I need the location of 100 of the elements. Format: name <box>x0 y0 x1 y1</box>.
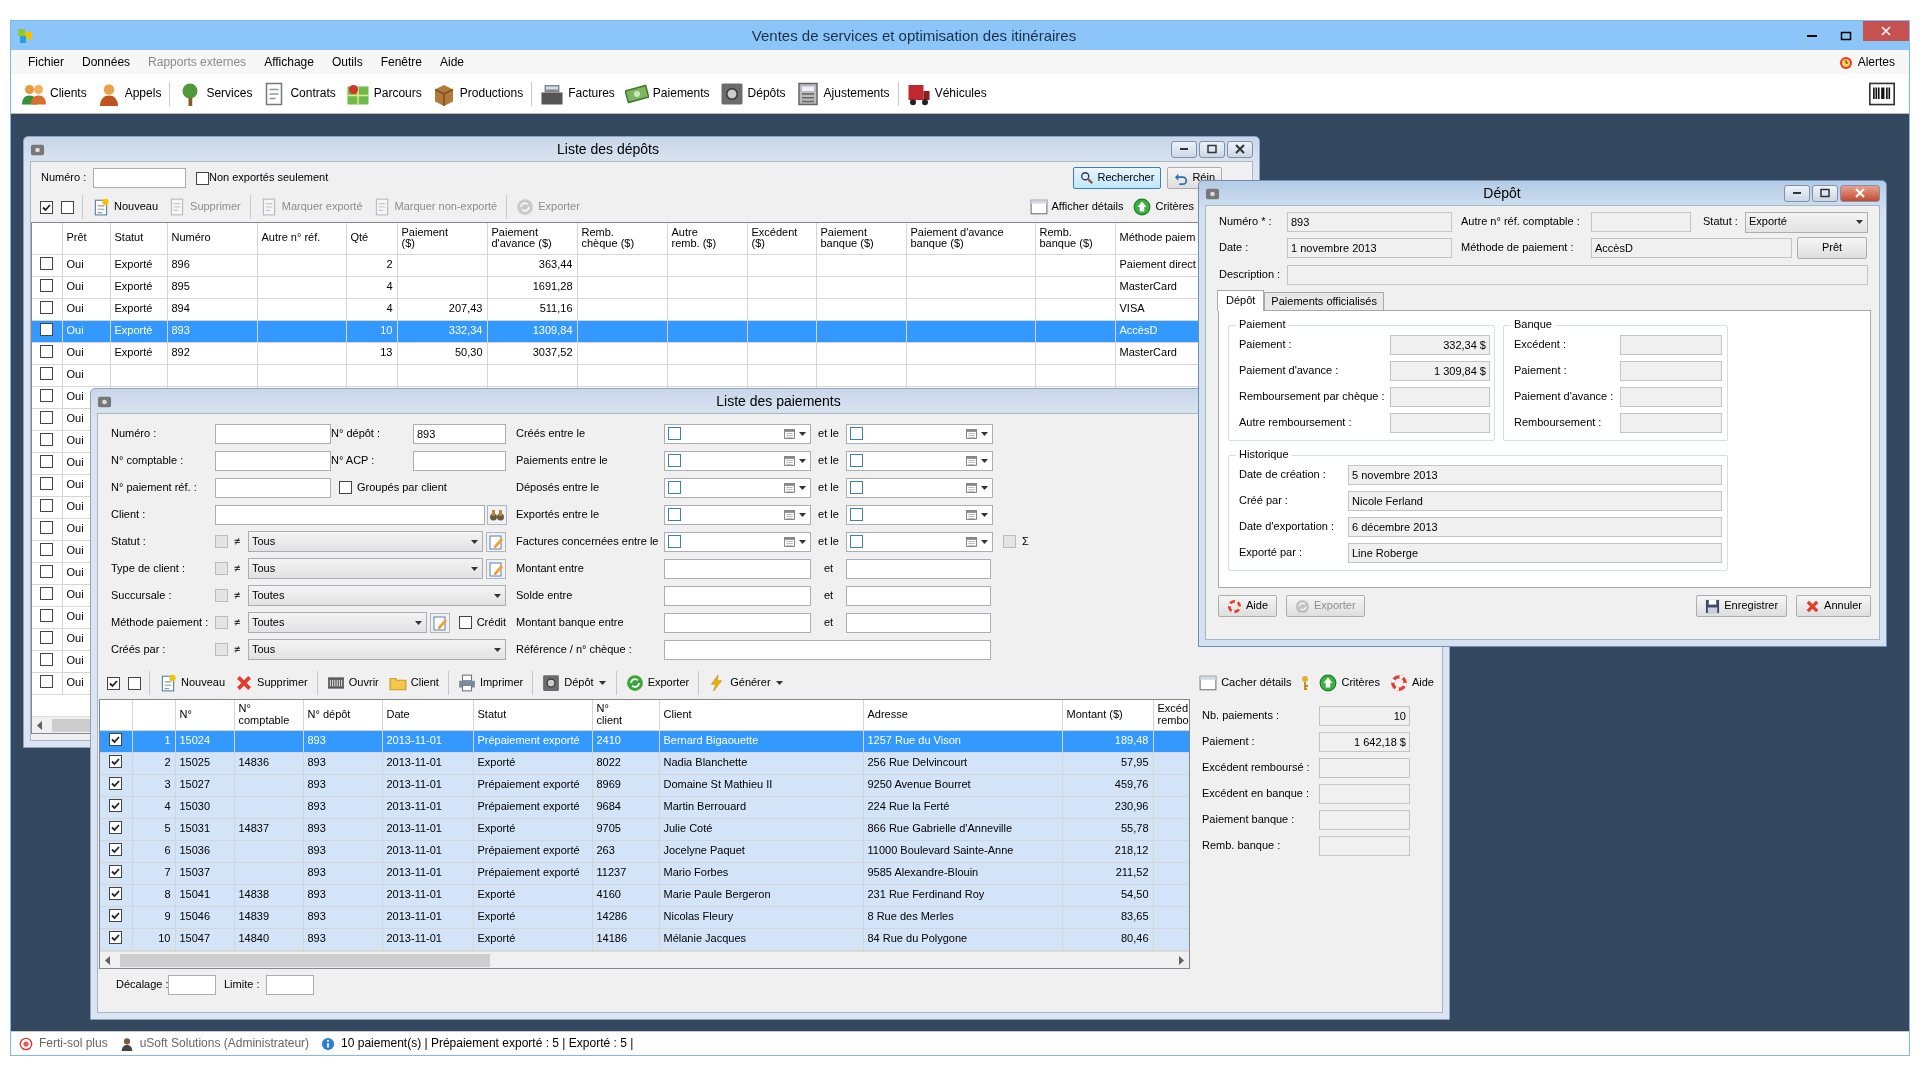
checkbox[interactable] <box>128 676 141 690</box>
checkbox[interactable] <box>109 821 123 835</box>
date-field[interactable] <box>846 477 993 498</box>
checkbox[interactable] <box>339 481 352 494</box>
input-field[interactable] <box>168 975 216 995</box>
minimize-button[interactable] <box>1784 184 1810 202</box>
toolbar-button[interactable]: Nouveau <box>88 197 163 217</box>
date-field[interactable] <box>664 477 811 498</box>
column-header[interactable]: N° comptable <box>234 700 303 730</box>
checkbox[interactable] <box>109 887 123 901</box>
checkbox[interactable] <box>215 562 228 575</box>
binoculars-button[interactable] <box>487 504 507 525</box>
barcode-icon[interactable] <box>1869 80 1895 107</box>
checkbox[interactable] <box>40 652 54 666</box>
checkbox[interactable] <box>40 586 54 600</box>
checkbox[interactable] <box>109 733 123 747</box>
toolbar-button[interactable]: Appels <box>91 79 167 108</box>
dropdown[interactable]: Toutes <box>248 585 506 606</box>
checkbox[interactable] <box>668 454 681 467</box>
input-field[interactable] <box>1319 836 1410 856</box>
checkbox[interactable] <box>40 256 54 270</box>
checkbox[interactable] <box>40 564 54 578</box>
input-field[interactable] <box>1319 784 1410 804</box>
input-field[interactable] <box>1591 212 1691 232</box>
input-field[interactable] <box>93 168 186 188</box>
checkbox[interactable] <box>40 630 54 644</box>
dialog-button[interactable]: Enregistrer <box>1696 595 1788 617</box>
checkbox[interactable] <box>850 535 863 548</box>
input-field[interactable] <box>1620 361 1722 381</box>
checkbox[interactable] <box>668 535 681 548</box>
menu-item[interactable]: Fenêtre <box>371 52 431 72</box>
menu-item[interactable]: Affichage <box>255 52 323 72</box>
column-header[interactable]: Qté <box>346 223 397 254</box>
input-field[interactable]: 1 309,84 $ <box>1390 361 1490 381</box>
input-field[interactable] <box>215 477 331 498</box>
toolbar-button[interactable]: Supprimer <box>231 673 312 693</box>
table-row[interactable]: 2 15025 14836 893 2013-11-01 Exporté 8022 Nadia Blanchette 256 Rue Delvincourt 57,95 <box>100 752 1189 774</box>
column-header[interactable]: Montant ($) <box>1062 700 1153 730</box>
checkbox[interactable] <box>40 388 54 402</box>
date-field[interactable] <box>664 531 811 552</box>
checkbox[interactable] <box>109 843 123 857</box>
checkbox[interactable] <box>109 931 123 945</box>
table-row[interactable]: 5 15031 14837 893 2013-11-01 Exporté 9705 Julie Coté 866 Rue Gabrielle d'Anneville 55,78 <box>100 818 1189 840</box>
checkbox[interactable] <box>40 476 54 490</box>
input-field[interactable] <box>1390 413 1490 433</box>
menu-item[interactable]: Fichier <box>19 52 73 72</box>
checkbox[interactable] <box>850 454 863 467</box>
toolbar-button[interactable]: Véhicules <box>901 79 992 108</box>
dialog-button[interactable]: Aide <box>1218 595 1278 617</box>
checkbox[interactable] <box>668 481 681 494</box>
toolbar-button[interactable]: Dépôts <box>714 79 791 108</box>
table-row[interactable]: 9 15046 14839 893 2013-11-01 Exporté 14286 Nicolas Fleury 8 Rue des Merles 83,65 <box>100 906 1189 928</box>
checkbox[interactable] <box>40 344 54 358</box>
date-field[interactable] <box>664 423 811 444</box>
checkbox[interactable] <box>668 508 681 521</box>
checkbox[interactable] <box>107 676 120 690</box>
input-field[interactable]: 6 décembre 2013 <box>1348 517 1722 537</box>
column-header[interactable]: Autre n° réf. <box>257 223 346 254</box>
toolbar-button[interactable]: Ajustements <box>790 79 895 108</box>
table-row[interactable]: 3 15027 893 2013-11-01 Prépaiement exporté 8969 Domaine St Mathieu II 9250 Avenue Bourret 459,76 <box>100 774 1189 796</box>
column-header[interactable]: Remb. banque ($) <box>1035 223 1115 254</box>
column-header[interactable]: Date <box>382 700 473 730</box>
search-button[interactable]: Rechercher <box>1072 167 1162 189</box>
input-field[interactable] <box>846 612 991 633</box>
toolbar-button[interactable]: Paiements <box>619 79 715 108</box>
maximize-button[interactable] <box>1199 140 1225 158</box>
toolbar-button[interactable]: Critères <box>1315 673 1384 693</box>
checkbox[interactable] <box>1003 535 1016 548</box>
dropdown[interactable]: Toutes <box>248 612 427 633</box>
checkbox[interactable] <box>40 608 54 622</box>
input-field[interactable]: 1 642,18 $ <box>1319 732 1410 752</box>
menu-item[interactable]: Outils <box>322 52 372 72</box>
tab[interactable]: Dépôt <box>1217 289 1265 311</box>
input-field[interactable]: 893 <box>413 423 506 444</box>
toolbar-button[interactable]: Imprimer <box>453 673 528 693</box>
tab[interactable]: Paiements officialisés <box>1264 291 1384 310</box>
checkbox[interactable] <box>215 535 228 548</box>
dropdown[interactable]: Exporté <box>1745 211 1868 233</box>
input-field[interactable] <box>1620 335 1722 355</box>
date-field[interactable] <box>664 504 811 525</box>
toolbar-button[interactable]: Nouveau <box>155 673 230 693</box>
toolbar-button[interactable]: Parcours <box>340 79 427 108</box>
toolbar-button[interactable]: Factures <box>535 79 620 108</box>
toolbar-button[interactable]: Clients <box>17 79 92 108</box>
input-field[interactable] <box>664 639 991 660</box>
input-field[interactable] <box>664 585 811 606</box>
checkbox[interactable] <box>40 432 54 446</box>
checkbox[interactable] <box>109 799 123 813</box>
toolbar-button[interactable]: Critères <box>1129 197 1198 217</box>
dropdown[interactable]: Tous <box>248 531 483 552</box>
column-header[interactable]: Numéro <box>167 223 257 254</box>
checkbox[interactable] <box>40 520 54 534</box>
checkbox[interactable] <box>458 616 472 629</box>
alerts-button[interactable]: Alertes <box>1831 52 1901 72</box>
table-row[interactable]: 7 15037 893 2013-11-01 Prépaiement exporté 11237 Mario Forbes 9585 Alexandre-Blouin 211,52 <box>100 862 1189 884</box>
toolbar-button[interactable]: Ouvrir <box>322 673 383 693</box>
checkbox[interactable] <box>40 366 54 380</box>
checkbox[interactable] <box>109 909 123 923</box>
menu-item[interactable]: Aide <box>431 52 474 72</box>
input-field[interactable] <box>215 423 331 444</box>
